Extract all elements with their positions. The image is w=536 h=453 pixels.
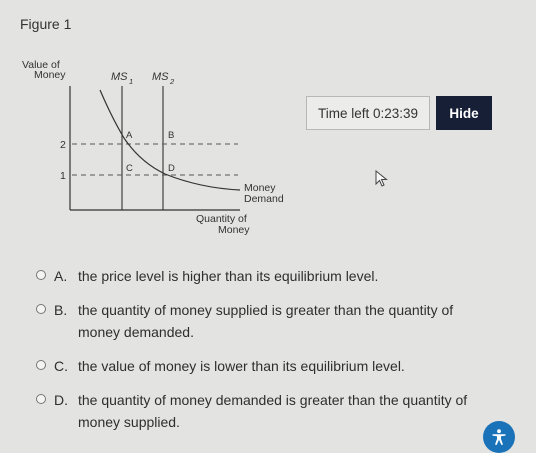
option-b-text: the quantity of money supplied is greate… <box>78 302 454 340</box>
ms2-subscript: 2 <box>169 77 175 86</box>
money-demand-label-line2: Demand <box>244 193 284 205</box>
point-c-label: C <box>126 163 133 174</box>
ms1-label: MS <box>111 71 128 83</box>
point-a-label: A <box>126 130 133 141</box>
option-d-text: the quantity of money demanded is greate… <box>78 392 468 430</box>
time-left-value: 0:23:39 <box>372 105 419 121</box>
ms1-subscript: 1 <box>129 77 133 86</box>
option-c-letter: C. <box>54 358 68 374</box>
point-d-label: D <box>168 163 175 174</box>
option-c-radio[interactable] <box>36 360 46 370</box>
tick-label-1: 1 <box>60 170 66 182</box>
option-a-letter: A. <box>54 268 68 284</box>
tick-label-2: 2 <box>60 139 66 151</box>
x-axis-label-line2: Money <box>218 224 250 236</box>
option-c-text: the value of money is lower than its equ… <box>78 358 405 374</box>
y-axis-label-line2: Money <box>34 69 66 81</box>
point-b-label: B <box>168 130 174 141</box>
option-b-letter: B. <box>54 302 68 318</box>
option-d-letter: D. <box>54 392 68 408</box>
accessibility-button[interactable] <box>483 421 515 453</box>
ms2-label: MS <box>152 71 169 83</box>
mouse-cursor-icon <box>375 170 388 187</box>
hide-timer-button[interactable]: Hide <box>436 96 492 130</box>
option-b-radio[interactable] <box>36 304 46 314</box>
money-market-graph: Value of Money MS 1 MS 2 2 1 A B C D Mon… <box>22 59 284 236</box>
time-left-prefix: Time left <box>317 105 373 121</box>
accessibility-person-icon <box>492 429 506 445</box>
option-d-radio[interactable] <box>36 394 46 404</box>
time-left-display: Time left 0:23:39 <box>306 96 430 130</box>
option-a-text: the price level is higher than its equil… <box>78 268 379 284</box>
option-a-radio[interactable] <box>36 270 46 280</box>
